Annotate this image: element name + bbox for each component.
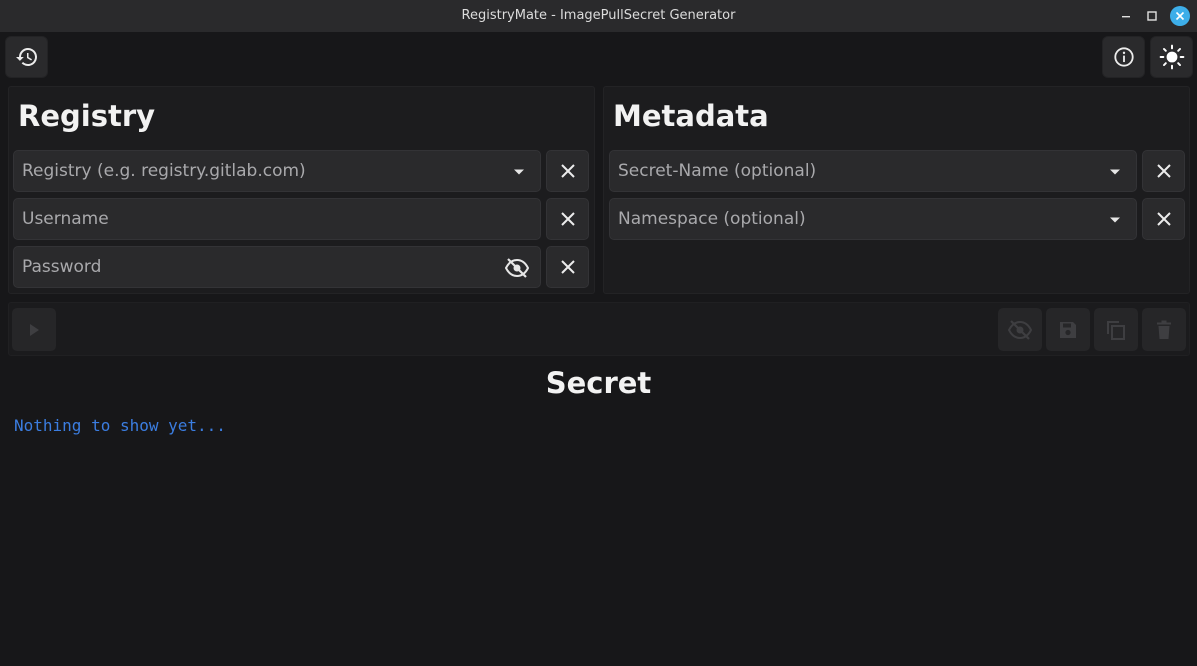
info-button[interactable]: [1102, 36, 1145, 78]
info-icon: [1113, 47, 1134, 67]
action-bar: [8, 302, 1190, 356]
save-icon: [1060, 321, 1076, 338]
window-title: RegistryMate - ImagePullSecret Generator: [461, 8, 736, 23]
secret-name-select[interactable]: Secret-Name (optional): [609, 150, 1137, 192]
close-icon: [1156, 164, 1171, 178]
sun-icon: [1159, 44, 1184, 70]
dropdown-arrow-icon[interactable]: [508, 161, 530, 183]
minimize-icon: [1122, 16, 1130, 18]
password-placeholder: Password: [22, 257, 102, 277]
theme-toggle-button[interactable]: [1150, 36, 1193, 78]
registry-select[interactable]: Registry (e.g. registry.gitlab.com): [13, 150, 541, 192]
registry-placeholder: Registry (e.g. registry.gitlab.com): [22, 161, 306, 181]
eye-off-icon[interactable]: [504, 257, 530, 279]
history-icon: [15, 48, 37, 66]
clear-registry-button[interactable]: [546, 150, 589, 192]
copy-icon: [1107, 320, 1125, 340]
close-window-button[interactable]: [1170, 6, 1190, 26]
close-icon: [1175, 11, 1185, 21]
registry-panel: Registry Registry (e.g. registry.gitlab.…: [8, 86, 595, 294]
close-icon: [560, 164, 575, 178]
delete-button[interactable]: [1142, 308, 1186, 351]
dropdown-arrow-icon[interactable]: [1104, 209, 1126, 231]
clear-secret-name-button[interactable]: [1142, 150, 1185, 192]
close-icon: [560, 212, 575, 226]
password-field[interactable]: Password: [13, 246, 541, 288]
secret-output: Nothing to show yet...: [14, 416, 226, 435]
metadata-heading: Metadata: [613, 99, 769, 133]
registry-heading: Registry: [18, 99, 156, 133]
username-field[interactable]: Username: [13, 198, 541, 240]
secret-name-placeholder: Secret-Name (optional): [618, 161, 817, 181]
maximize-button[interactable]: [1142, 6, 1162, 26]
maximize-icon: [1147, 11, 1157, 21]
namespace-select[interactable]: Namespace (optional): [609, 198, 1137, 240]
play-icon: [30, 323, 39, 336]
generate-button[interactable]: [12, 308, 56, 351]
close-icon: [1156, 212, 1171, 226]
clear-username-button[interactable]: [546, 198, 589, 240]
secret-heading: Secret: [545, 366, 652, 400]
eye-off-icon: [1008, 319, 1032, 340]
history-button[interactable]: [5, 36, 48, 78]
copy-button[interactable]: [1094, 308, 1138, 351]
delete-icon: [1157, 320, 1171, 339]
clear-namespace-button[interactable]: [1142, 198, 1185, 240]
namespace-placeholder: Namespace (optional): [618, 209, 806, 229]
window-titlebar: RegistryMate - ImagePullSecret Generator: [0, 0, 1197, 32]
clear-password-button[interactable]: [546, 246, 589, 288]
username-placeholder: Username: [22, 209, 109, 229]
metadata-panel: Metadata Secret-Name (optional) Namespac…: [603, 86, 1190, 294]
close-icon: [560, 260, 575, 274]
minimize-button[interactable]: [1116, 6, 1136, 26]
save-button[interactable]: [1046, 308, 1090, 351]
dropdown-arrow-icon[interactable]: [1104, 161, 1126, 183]
toggle-visibility-button[interactable]: [998, 308, 1042, 351]
